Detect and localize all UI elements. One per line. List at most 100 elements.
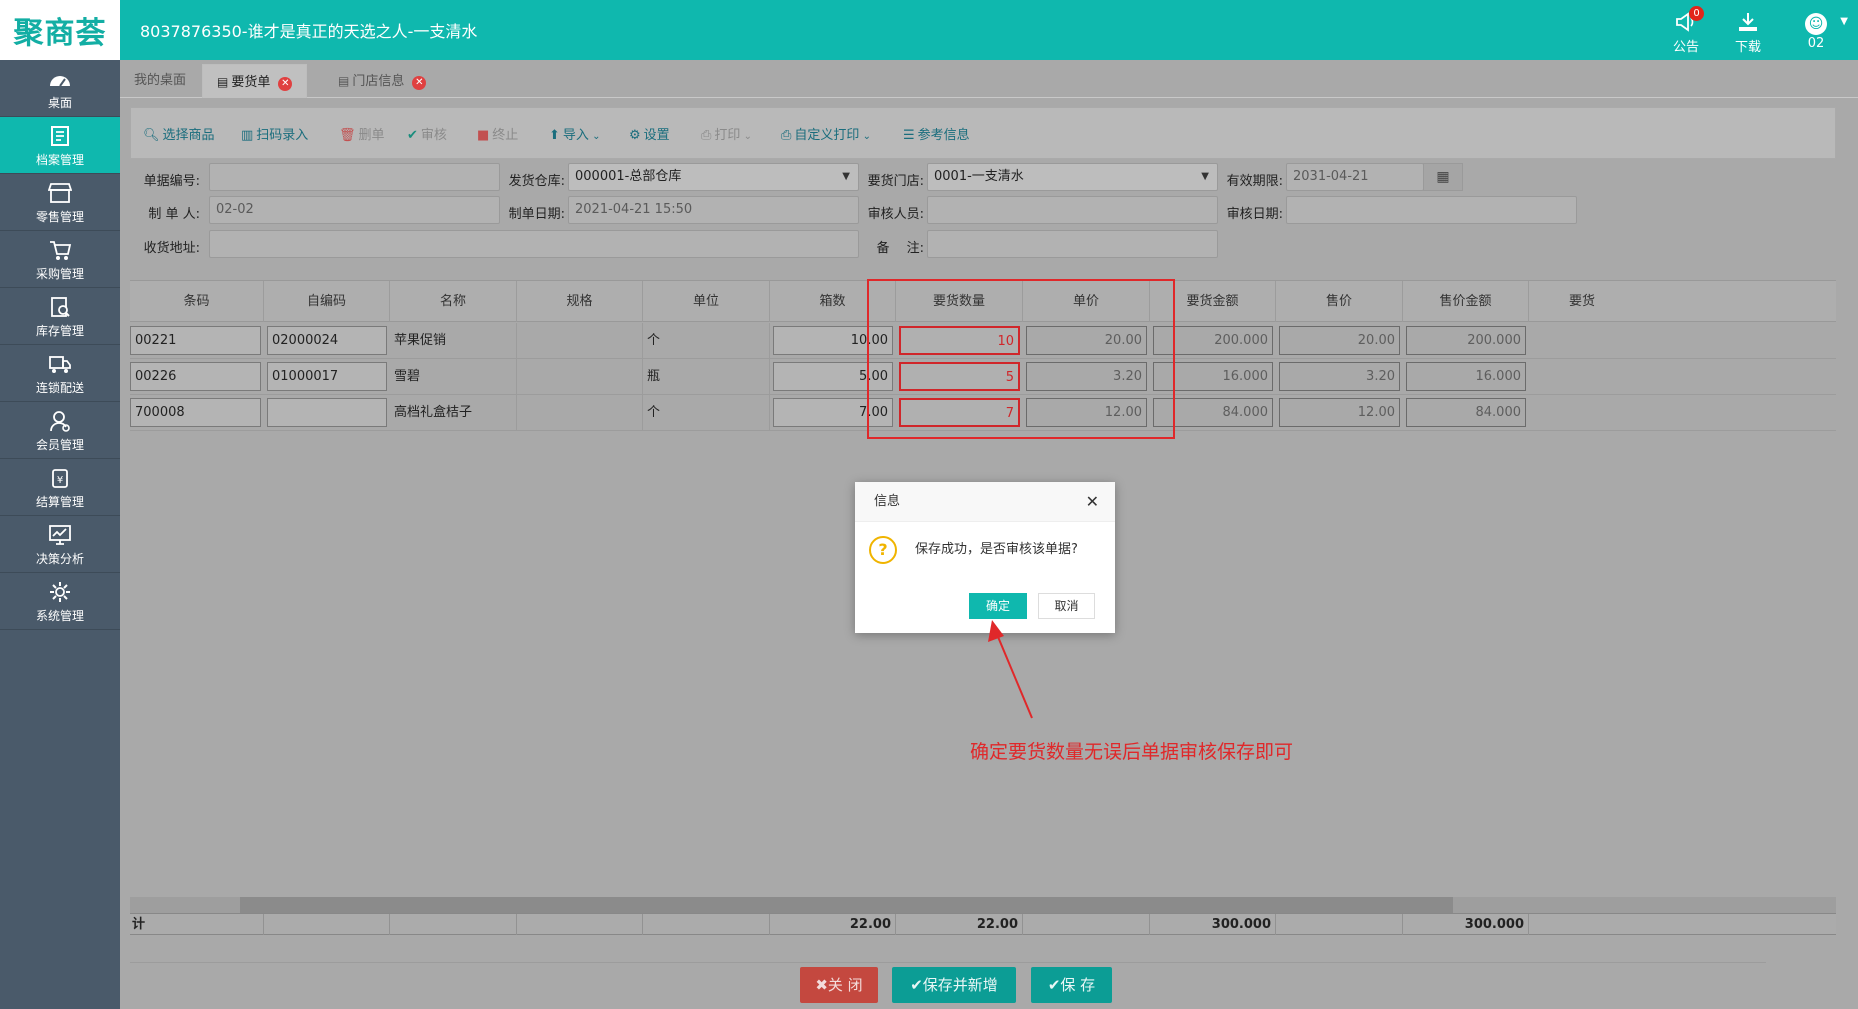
column-header[interactable]: 单位 bbox=[643, 281, 770, 322]
make-date-field: 2021-04-21 15:50 bbox=[568, 196, 859, 224]
dialog-title: 信息 bbox=[874, 494, 901, 509]
sidebar-item-desktop[interactable]: 桌面 bbox=[0, 60, 120, 117]
store-select[interactable]: 0001-一支清水 ▼ bbox=[927, 163, 1218, 191]
sidebar-item-inventory[interactable]: 库存管理 bbox=[0, 288, 120, 345]
save-button[interactable]: ✔保 存 bbox=[1031, 967, 1112, 1003]
sidebar-item-analysis[interactable]: 决策分析 bbox=[0, 516, 120, 573]
import-dropdown[interactable]: ⬆ 导入 ⌄ bbox=[549, 124, 600, 143]
address-field[interactable] bbox=[209, 230, 859, 258]
valid-period-label: 有效期限: bbox=[1226, 174, 1283, 189]
code-cell[interactable]: 02000024 bbox=[267, 326, 387, 355]
import-icon: ⬆ bbox=[549, 128, 560, 143]
auditor-label: 审核人员: bbox=[867, 207, 924, 222]
user-menu[interactable]: ☺ 02 ▼ bbox=[1794, 10, 1848, 52]
settings-button[interactable]: ⚙ 设置 bbox=[629, 124, 670, 143]
sale-amount-cell: 16.000 bbox=[1406, 362, 1526, 391]
check-icon: ✔ bbox=[910, 976, 923, 994]
audit-button[interactable]: ✔ 审核 bbox=[407, 124, 447, 143]
sale-price-cell: 3.20 bbox=[1279, 362, 1400, 391]
sale-amount-cell: 200.000 bbox=[1406, 326, 1526, 355]
chevron-down-icon: ⌄ bbox=[859, 131, 871, 142]
archive-icon bbox=[0, 125, 120, 151]
gear-icon: ⚙ bbox=[629, 128, 641, 143]
sidebar-item-system[interactable]: 系统管理 bbox=[0, 573, 120, 630]
totals-empty-cell bbox=[264, 914, 390, 935]
doc-no-field[interactable] bbox=[209, 163, 500, 191]
barcode-cell[interactable]: 00221 bbox=[130, 326, 261, 355]
tab-order[interactable]: ▤ 要货单 ✕ bbox=[202, 64, 308, 98]
delete-order-button[interactable]: 🗑︎ 删单 bbox=[339, 124, 385, 143]
sidebar-item-distribution[interactable]: 连锁配送 bbox=[0, 345, 120, 402]
column-header[interactable]: 规格 bbox=[517, 281, 643, 322]
column-header[interactable]: 自编码 bbox=[264, 281, 390, 322]
announcement-label: 公告 bbox=[1672, 40, 1699, 55]
close-icon[interactable]: ✕ bbox=[1086, 482, 1099, 522]
download-label: 下载 bbox=[1734, 40, 1761, 55]
chevron-down-icon: ▼ bbox=[1840, 16, 1848, 27]
inventory-icon bbox=[0, 296, 120, 322]
custom-print-dropdown[interactable]: ⎙ 自定义打印 ⌄ bbox=[781, 124, 871, 143]
app-logo[interactable]: 聚商荟 bbox=[0, 0, 120, 60]
reference-info-button[interactable]: ☰ 参考信息 bbox=[903, 124, 970, 143]
scan-entry-button[interactable]: ▥ 扫码录入 bbox=[241, 124, 308, 143]
unit-cell: 瓶 bbox=[643, 359, 770, 394]
confirm-ok-button[interactable]: 确定 bbox=[969, 593, 1027, 619]
warehouse-select[interactable]: 000001-总部仓库 ▼ bbox=[568, 163, 859, 191]
tab-my-desktop[interactable]: 我的桌面 bbox=[120, 64, 200, 98]
column-header[interactable]: 名称 bbox=[390, 281, 517, 322]
column-header[interactable]: 要货 bbox=[1529, 281, 1836, 322]
barcode-cell[interactable]: 00226 bbox=[130, 362, 261, 391]
download-button[interactable]: 下载 bbox=[1726, 10, 1770, 55]
remark-field[interactable] bbox=[927, 230, 1218, 258]
download-icon bbox=[1726, 10, 1770, 36]
code-cell[interactable]: 01000017 bbox=[267, 362, 387, 391]
scrollbar-thumb[interactable] bbox=[240, 897, 1453, 913]
sidebar-item-label: 桌面 bbox=[47, 96, 72, 110]
chart-icon bbox=[0, 524, 120, 550]
column-header[interactable]: 条码 bbox=[130, 281, 264, 322]
column-header[interactable]: 售价 bbox=[1276, 281, 1403, 322]
save-and-new-button[interactable]: ✔保存并新增 bbox=[892, 967, 1016, 1003]
store-icon bbox=[0, 182, 120, 208]
calendar-icon[interactable]: ▦ bbox=[1423, 163, 1463, 191]
dialog-body: ? 保存成功，是否审核该单据? bbox=[855, 522, 1115, 586]
column-header[interactable]: 售价金额 bbox=[1403, 281, 1529, 322]
barcode-cell[interactable]: 700008 bbox=[130, 398, 261, 427]
sale-price-cell: 12.00 bbox=[1279, 398, 1400, 427]
sidebar-item-purchase[interactable]: 采购管理 bbox=[0, 231, 120, 288]
sidebar-item-settlement[interactable]: ¥ 结算管理 bbox=[0, 459, 120, 516]
sidebar-item-label: 系统管理 bbox=[35, 609, 84, 623]
sidebar-item-archive[interactable]: 档案管理 bbox=[0, 117, 120, 174]
close-icon[interactable]: ✕ bbox=[278, 77, 293, 91]
question-icon: ? bbox=[869, 536, 897, 564]
confirm-dialog: 信息 ✕ ? 保存成功，是否审核该单据? 确定 取消 bbox=[855, 482, 1115, 633]
print-dropdown[interactable]: ⎙ 打印 ⌄ bbox=[701, 124, 752, 143]
unit-cell: 个 bbox=[643, 323, 770, 358]
totals-empty-cell bbox=[390, 914, 517, 935]
stop-icon: ■ bbox=[477, 128, 490, 143]
horizontal-scrollbar[interactable] bbox=[130, 897, 1836, 913]
button-label: 终止 bbox=[492, 128, 519, 143]
warehouse-value: 000001-总部仓库 bbox=[575, 169, 682, 184]
close-icon[interactable]: ✕ bbox=[412, 76, 427, 90]
valid-period-field[interactable]: 2031-04-21 bbox=[1286, 163, 1424, 191]
confirm-cancel-button[interactable]: 取消 bbox=[1038, 593, 1095, 619]
address-label: 收货地址: bbox=[143, 241, 200, 256]
spec-cell bbox=[517, 323, 643, 358]
settlement-icon: ¥ bbox=[0, 467, 120, 493]
terminate-button[interactable]: ■ 终止 bbox=[477, 124, 518, 143]
button-label: 选择商品 bbox=[162, 128, 215, 143]
totals-empty-cell bbox=[643, 914, 770, 935]
maker-field: 02-02 bbox=[209, 196, 500, 224]
totals-label: 计 bbox=[130, 914, 264, 935]
select-goods-button[interactable]: 🔍︎ 选择商品 bbox=[143, 124, 215, 143]
close-button[interactable]: ✖关 闭 bbox=[800, 967, 878, 1003]
sidebar-item-member[interactable]: 会员管理 bbox=[0, 402, 120, 459]
totals-empty-cell bbox=[1023, 914, 1150, 935]
code-cell[interactable] bbox=[267, 398, 387, 427]
sidebar-item-retail[interactable]: 零售管理 bbox=[0, 174, 120, 231]
printer-icon: ⎙ bbox=[701, 128, 712, 143]
make-date-label: 制单日期: bbox=[508, 207, 565, 222]
tab-store-info[interactable]: ▤ 门店信息 ✕ bbox=[324, 64, 440, 98]
announcement-button[interactable]: 0 公告 bbox=[1664, 6, 1708, 55]
